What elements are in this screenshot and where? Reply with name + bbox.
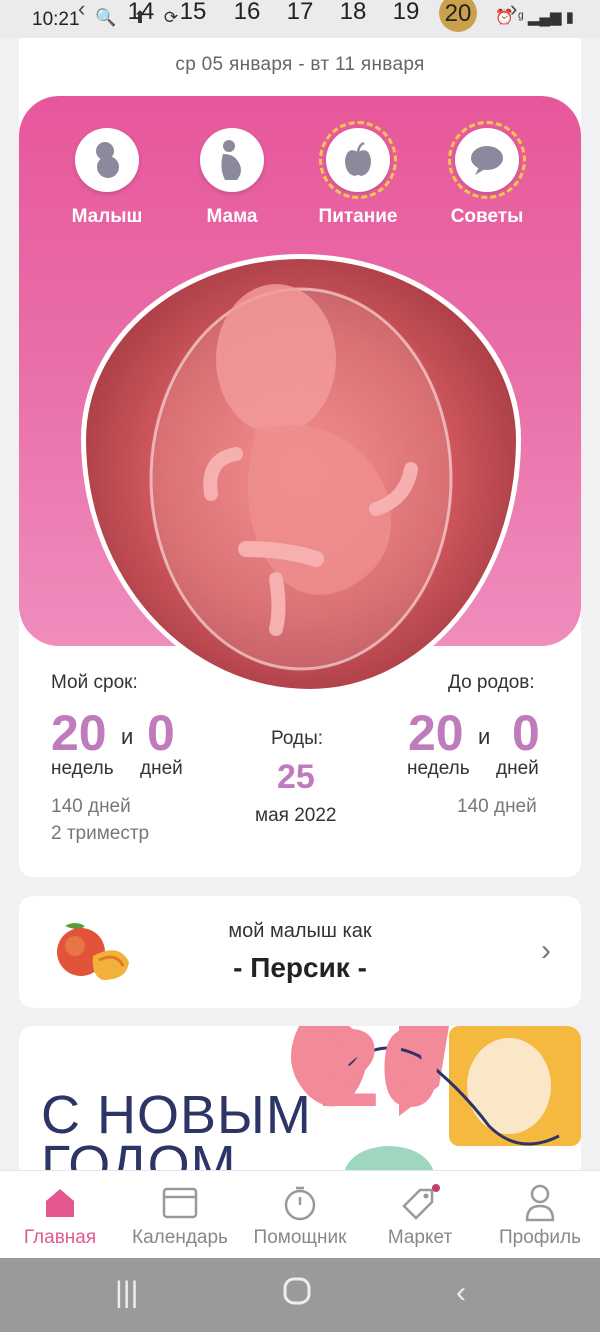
category-label: Малыш [71, 206, 143, 227]
category-label: Питание [318, 206, 398, 227]
baby-size-fruit: - Персик - [233, 952, 367, 983]
nav-label: Профиль [498, 1227, 582, 1248]
banner-year-number: 20 [319, 1026, 441, 1130]
my-days-value: 0 [147, 705, 175, 761]
status-time: 10:21 [32, 9, 80, 30]
until-weeks-value: 20 [408, 705, 464, 761]
until-birth-label: До родов: [448, 672, 535, 693]
nav-calendar[interactable]: Календарь [120, 1183, 240, 1249]
my-weeks-value: 20 [51, 705, 107, 761]
birth-label: Роды: [271, 728, 324, 749]
baby-icon [75, 128, 139, 192]
until-days-value: 0 [512, 705, 540, 761]
weeks-unit: недель [407, 758, 470, 779]
nav-market[interactable]: Маркет [360, 1183, 480, 1249]
week-day[interactable]: 15 [172, 0, 214, 26]
nav-label: Календарь [132, 1227, 228, 1248]
nav-assistant[interactable]: Помощник [240, 1183, 360, 1249]
nav-label: Маркет [387, 1227, 453, 1248]
profile-icon [480, 1183, 600, 1223]
week-next-chevron-icon[interactable]: › [510, 0, 517, 22]
weeks-unit: недель [51, 758, 114, 779]
baby-size-card[interactable]: мой малыш как - Персик - › [19, 896, 581, 1008]
week-day[interactable]: 19 [385, 0, 427, 26]
my-term-label: Мой срок: [51, 672, 138, 693]
timer-icon [240, 1183, 360, 1223]
category-mom[interactable]: Мама [172, 128, 292, 228]
pregnancy-overview-card: ср 05 января - вт 11 января Малыш Мама П… [19, 36, 581, 877]
category-nutrition[interactable]: Питание [298, 121, 418, 228]
bottom-navigation: Главная Календарь Помощник Маркет Профил… [0, 1170, 600, 1258]
system-navigation-bar: ||| ‹ [0, 1258, 600, 1332]
status-system-icons: ⏰ ᵍ ▂▄▆ ▮ [495, 9, 574, 26]
my-total-days: 140 дней [51, 796, 131, 817]
mom-icon [200, 128, 264, 192]
baby-size-caption: мой малыш как [228, 920, 372, 942]
category-baby[interactable]: Малыш [47, 128, 167, 228]
recent-apps-icon[interactable]: ||| [115, 1276, 138, 1310]
birth-day: 25 [277, 758, 315, 796]
apple-icon [319, 121, 397, 199]
nav-profile[interactable]: Профиль [480, 1183, 600, 1249]
calendar-icon [120, 1183, 240, 1223]
nav-label: Главная [23, 1227, 97, 1248]
trimester: 2 триместр [51, 823, 150, 844]
new-year-banner[interactable]: 20 С НОВЫМ ГОДОМ [19, 1026, 581, 1186]
embryo-illustration[interactable] [81, 254, 521, 694]
week-prev-chevron-icon[interactable]: ‹ [78, 0, 85, 22]
and-text: и [121, 724, 134, 749]
back-icon[interactable]: ‹ [456, 1276, 466, 1310]
category-label: Мама [206, 206, 258, 227]
days-unit: дней [496, 758, 539, 779]
tag-icon [360, 1183, 480, 1223]
banner-line1: С НОВЫМ [41, 1085, 312, 1145]
week-day[interactable]: 14 [120, 0, 162, 26]
category-tips[interactable]: Советы [427, 121, 547, 228]
and-text: и [478, 724, 491, 749]
chevron-right-icon[interactable]: › [541, 934, 551, 968]
week-day[interactable]: 16 [226, 0, 268, 26]
birth-month-year: мая 2022 [255, 805, 337, 826]
until-total-days: 140 дней [457, 796, 537, 817]
days-unit: дней [140, 758, 183, 779]
nav-label: Помощник [253, 1227, 347, 1248]
notification-dot [432, 1184, 440, 1192]
home-circle-icon[interactable] [282, 1276, 312, 1314]
chat-bubble-icon [448, 121, 526, 199]
week-day[interactable]: 17 [279, 0, 321, 26]
nav-home[interactable]: Главная [0, 1183, 120, 1249]
embryo-image [86, 259, 516, 689]
week-day[interactable]: 18 [332, 0, 374, 26]
category-label: Советы [450, 206, 524, 227]
week-date-range: ср 05 января - вт 11 января [175, 54, 425, 75]
home-icon [0, 1183, 120, 1223]
